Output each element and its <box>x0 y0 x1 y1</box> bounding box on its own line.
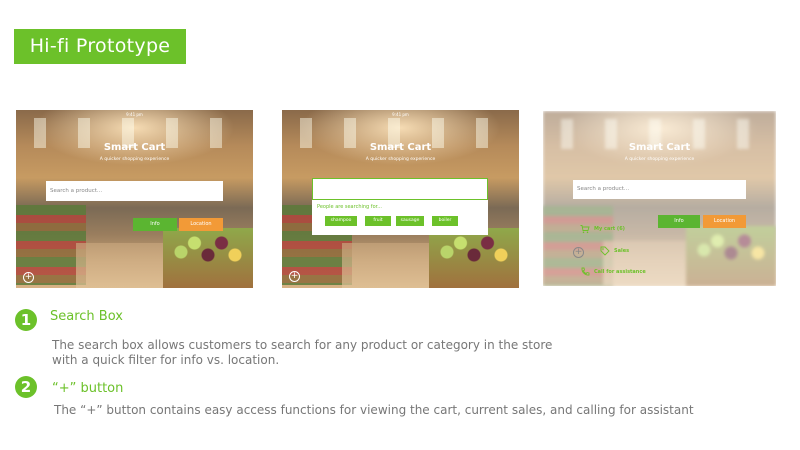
cart-icon <box>580 225 590 234</box>
app-subtitle: A quicker shopping experience <box>624 157 695 162</box>
search-hint: People are searching for... <box>317 204 382 210</box>
section-number-badge: 2 <box>15 376 37 398</box>
search-dropdown: People are searching for... shampoo frui… <box>312 178 488 235</box>
menu-item-label: Sales <box>614 248 630 254</box>
prototype-screen-plus-menu: Smart Cart A quicker shopping experience… <box>543 111 776 286</box>
menu-item-cart[interactable]: My cart (6) <box>580 224 625 234</box>
page-title: Hi-fi Prototype <box>14 29 186 64</box>
plus-circle-icon[interactable]: + <box>23 272 34 283</box>
status-time: 9:41 pm <box>126 112 143 117</box>
app-subtitle: A quicker shopping experience <box>99 157 170 162</box>
location-button[interactable]: Location <box>703 215 746 228</box>
search-input[interactable]: Search a product... <box>573 180 746 199</box>
menu-item-call[interactable]: Call for assistance <box>580 267 646 277</box>
plus-circle-icon[interactable]: + <box>573 247 584 258</box>
app-title: Smart Cart <box>628 142 691 153</box>
section-number-badge: 1 <box>15 309 37 331</box>
suggestion-chip[interactable]: sausage <box>396 216 424 226</box>
menu-item-label: My cart (6) <box>594 226 625 232</box>
menu-item-label: Call for assistance <box>594 269 646 275</box>
prototype-screen-search-suggestions: 9:41 pm Smart Cart A quicker shopping ex… <box>282 110 519 288</box>
section-description: with a quick filter for info vs. locatio… <box>52 353 280 367</box>
suggestion-chip[interactable]: boiler <box>432 216 458 226</box>
search-input[interactable]: Search a product... <box>46 181 223 201</box>
suggestion-chip[interactable]: shampoo <box>325 216 357 226</box>
app-title: Smart Cart <box>369 142 432 153</box>
section-description: The “+” button contains easy access func… <box>54 403 694 417</box>
menu-item-sales[interactable]: Sales <box>600 246 629 256</box>
section-description: The search box allows customers to searc… <box>52 338 553 352</box>
info-button[interactable]: Info <box>133 218 177 231</box>
plus-circle-icon[interactable]: + <box>289 271 300 282</box>
phone-icon <box>581 267 590 276</box>
prototype-screen-search: 9:41 pm Smart Cart A quicker shopping ex… <box>16 110 253 288</box>
section-title: “+” button <box>52 381 124 396</box>
status-time: 9:41 pm <box>392 112 409 117</box>
location-button[interactable]: Location <box>179 218 223 231</box>
app-subtitle: A quicker shopping experience <box>365 157 436 162</box>
tag-icon <box>600 246 610 256</box>
suggestion-chip[interactable]: fruit <box>365 216 391 226</box>
search-input[interactable] <box>312 178 488 200</box>
info-button[interactable]: Info <box>658 215 700 228</box>
app-title: Smart Cart <box>103 142 166 153</box>
section-title: Search Box <box>50 309 123 324</box>
